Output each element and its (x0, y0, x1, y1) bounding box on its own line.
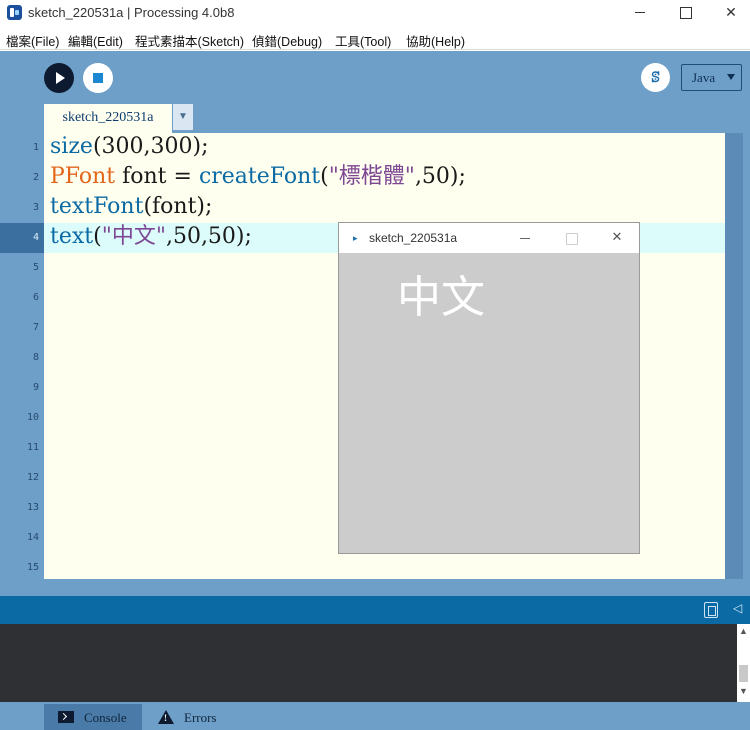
line-number: 14 (26, 532, 39, 543)
copy-icon[interactable] (704, 602, 718, 618)
code-token-text: ( (320, 164, 329, 189)
canvas-text: 中文 (397, 272, 485, 323)
menu-bar: 檔案(File) 編輯(Edit) 程式素描本(Sketch) 偵錯(Debug… (0, 26, 750, 50)
title-bar: sketch_220531a | Processing 4.0b8 ✕ (0, 0, 750, 26)
tab-errors-label: Errors (184, 710, 217, 725)
close-button[interactable]: ✕ (708, 0, 750, 26)
processing-app-icon (7, 5, 22, 20)
code-token-string: "中文" (101, 224, 166, 249)
line-number: 12 (26, 472, 39, 483)
sketch-window-title: sketch_220531a (369, 231, 458, 245)
line-number: 3 (32, 202, 39, 213)
sketch-maximize-button (561, 229, 581, 247)
code-token-text: ,50); (414, 164, 466, 189)
chevron-down-icon (727, 74, 735, 80)
line-number: 15 (26, 562, 39, 573)
line-number: 11 (26, 442, 39, 453)
code-token-type: PFont (50, 164, 116, 189)
code-token-text: (300,300); (92, 134, 209, 159)
warning-icon (158, 710, 174, 724)
code-token-function: createFont (198, 164, 321, 189)
tab-menu-button[interactable]: ▼ (173, 104, 193, 130)
sketch-close-button[interactable]: ✕ (607, 229, 627, 247)
window-title: sketch_220531a | Processing 4.0b8 (28, 5, 235, 20)
run-button[interactable] (44, 63, 74, 93)
code-token-string: "標楷體" (328, 164, 415, 189)
menu-tool[interactable]: 工具(Tool) (335, 31, 391, 50)
menu-file[interactable]: 檔案(File) (6, 31, 59, 50)
sketch-app-icon: ▸ (353, 233, 358, 243)
status-bar: ◁ (0, 596, 750, 624)
code-token-function: text (50, 224, 94, 249)
maximize-button[interactable] (663, 0, 709, 26)
line-number: 1 (32, 142, 39, 153)
code-token-text: font = (115, 164, 199, 189)
minimize-button[interactable] (618, 0, 664, 26)
code-token-text: ,50,50); (165, 224, 252, 249)
line-number: 4 (32, 232, 39, 243)
scroll-thumb[interactable] (739, 665, 748, 682)
footer-bar: Console Errors (0, 702, 750, 730)
menu-help[interactable]: 協助(Help) (406, 31, 465, 50)
tab-sketch[interactable]: sketch_220531a (44, 104, 172, 133)
scroll-up-icon[interactable]: ▲ (739, 626, 748, 636)
code-line-2[interactable]: PFont font = createFont("標楷體",50); (50, 163, 466, 193)
menu-debug[interactable]: 偵錯(Debug) (252, 31, 322, 50)
line-number: 13 (26, 502, 39, 513)
line-number: 2 (32, 172, 39, 183)
line-number: 7 (32, 322, 39, 333)
tab-errors[interactable]: Errors (142, 704, 240, 730)
collapse-icon[interactable]: ◁ (733, 601, 742, 615)
menu-edit[interactable]: 編輯(Edit) (68, 31, 123, 50)
sketch-canvas[interactable]: 中文 (339, 253, 639, 553)
code-token-text: (font); (143, 194, 213, 219)
menu-sketch[interactable]: 程式素描本(Sketch) (135, 31, 244, 50)
code-token-text: ( (93, 224, 102, 249)
scroll-down-icon[interactable]: ▼ (739, 686, 748, 696)
line-number: 8 (32, 352, 39, 363)
code-token-function: textFont (50, 194, 144, 219)
code-line-4[interactable]: text("中文",50,50); (50, 223, 252, 253)
code-line-1[interactable]: size(300,300); (50, 133, 209, 163)
debugger-icon[interactable]: ꕷ (641, 63, 670, 92)
stop-button[interactable] (83, 63, 113, 93)
code-token-function: size (50, 134, 93, 159)
sketch-minimize-button[interactable] (515, 229, 535, 247)
console-scrollbar[interactable]: ▲ ▼ (737, 624, 750, 702)
sketch-title-bar[interactable]: ▸ sketch_220531a ✕ (339, 223, 639, 253)
line-number: 6 (32, 292, 39, 303)
console-output[interactable] (0, 624, 737, 702)
line-number: 5 (32, 262, 39, 273)
mode-label: Java (692, 70, 716, 85)
sketch-window[interactable]: ▸ sketch_220531a ✕ 中文 (338, 222, 640, 554)
mode-selector[interactable]: Java (681, 64, 742, 91)
editor-scrollbar[interactable] (725, 133, 743, 579)
line-number: 9 (32, 382, 39, 393)
line-number: 10 (26, 412, 39, 423)
code-line-3[interactable]: textFont(font); (50, 193, 212, 223)
tab-console[interactable]: Console (44, 704, 142, 730)
tab-console-label: Console (84, 710, 127, 725)
console-icon (58, 711, 74, 723)
